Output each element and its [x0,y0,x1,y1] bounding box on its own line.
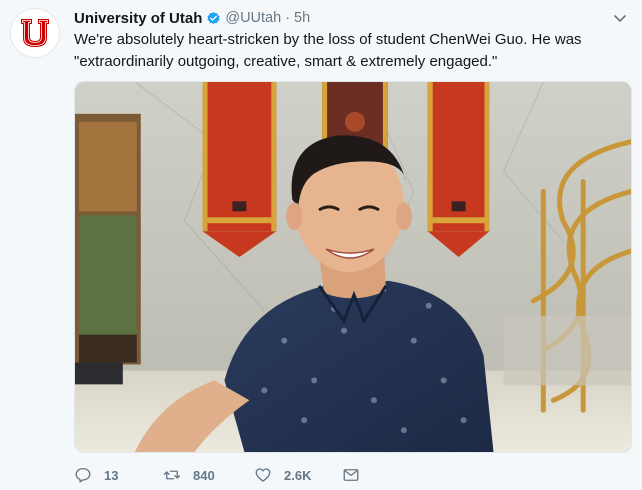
like-button[interactable]: 2.6K [254,466,344,484]
chevron-down-icon[interactable] [612,10,628,26]
reply-button[interactable]: 13 [74,466,154,484]
separator-dot: · [285,10,291,26]
heart-icon [255,468,271,482]
author-handle[interactable]: @UUtah [225,10,281,26]
direct-message-button[interactable] [342,466,372,484]
reply-icon [75,467,91,483]
block-u-logo-icon [21,19,49,47]
tweet-timestamp[interactable]: 5h [294,10,310,26]
reply-count: 13 [104,467,119,483]
avatar[interactable] [10,8,60,58]
envelope-icon [343,469,359,481]
tweet-text-line-1: We're absolutely heart-stricken by the l… [74,31,582,48]
tweet-header: University of Utah @UUtah · 5h [74,8,310,28]
author-name[interactable]: University of Utah [74,10,202,27]
tweet-text: We're absolutely heart-stricken by the l… [74,29,630,73]
retweet-count: 840 [193,467,215,483]
retweet-button[interactable]: 840 [163,466,253,484]
retweet-icon [163,470,181,480]
verified-badge-icon [206,11,221,26]
like-count: 2.6K [284,467,312,483]
student-portrait-photo[interactable] [74,81,632,453]
tweet-text-line-2: "extraordinarily outgoing, creative, sma… [74,53,498,70]
tweet-card[interactable]: University of Utah @UUtah · 5h We're abs… [0,0,642,490]
